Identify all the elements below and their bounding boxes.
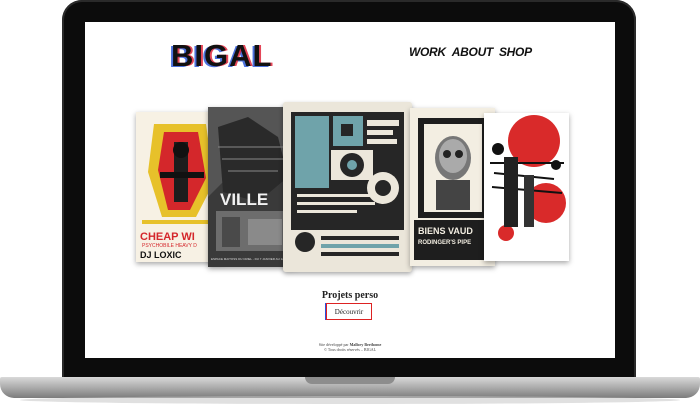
poster-art-portrait: BIENS VAUD RODINGER'S PIPE	[410, 108, 495, 266]
site-logo[interactable]: BIGAL BIGAL BIGAL	[169, 38, 273, 74]
main-nav: WORK ABOUT SHOP	[409, 45, 532, 59]
poster-artist-1: DJ LOXIC	[140, 250, 182, 260]
poster-art-geometric	[283, 102, 412, 272]
laptop-notch	[305, 377, 395, 384]
poster-caption-2: ESPACE MAITOSS DU CRIEL - DU 7 JANVIER A…	[211, 257, 284, 261]
poster-art-red-black	[484, 113, 569, 261]
logo-text: BIGAL	[171, 38, 273, 73]
poster-card-red[interactable]	[484, 113, 569, 261]
poster-title-2: VILLE	[220, 190, 268, 209]
footer-copyright: © Tous droits réservés – BIGAL	[323, 347, 377, 352]
discover-button[interactable]: Découvrir	[326, 303, 372, 320]
section-title: Projets perso	[321, 290, 379, 301]
laptop-shadow	[20, 396, 680, 404]
poster-carousel: CHEAP WI PSYCHOBILE HEAVY D DJ LOXIC VIL…	[85, 102, 615, 274]
poster-subtitle-1: PSYCHOBILE HEAVY D	[142, 243, 197, 249]
laptop-mockup: BIGAL BIGAL BIGAL WORK ABOUT SHOP CHEAP …	[0, 0, 700, 404]
nav-link-shop[interactable]: SHOP	[499, 45, 532, 59]
poster-card-geometric[interactable]	[283, 102, 412, 272]
browser-screen: BIGAL BIGAL BIGAL WORK ABOUT SHOP CHEAP …	[85, 22, 615, 358]
site-footer: Site développé par Mallory Berthome © To…	[85, 342, 615, 352]
nav-link-work[interactable]: WORK	[409, 45, 446, 59]
poster-subtitle-4: RODINGER'S PIPE	[418, 240, 471, 246]
poster-title-4: BIENS VAUD	[418, 226, 473, 236]
poster-card-schrodinger[interactable]: BIENS VAUD RODINGER'S PIPE	[410, 108, 495, 266]
nav-link-about[interactable]: ABOUT	[452, 45, 493, 59]
poster-title-1: CHEAP WI	[140, 231, 195, 243]
